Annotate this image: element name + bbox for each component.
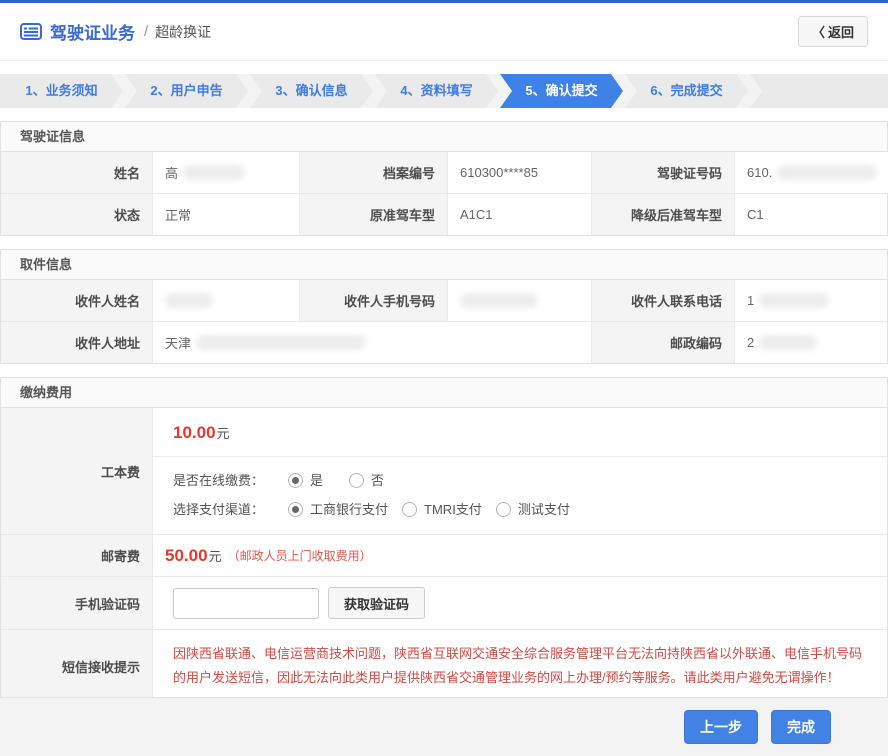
postcode-redaction <box>759 335 817 350</box>
production-fee-amount-line: 10.00元 <box>153 408 887 457</box>
sms-code-row: 手机验证码 获取验证码 <box>1 576 887 629</box>
status-label: 状态 <box>1 194 152 235</box>
page-header: 驾驶证业务 / 超龄换证 〈返回 <box>0 3 888 61</box>
recipient-phone-label: 收件人联系电话 <box>591 280 734 321</box>
license-row-2: 状态 正常 原准驾车型 A1C1 降级后准驾车型 C1 <box>1 193 887 235</box>
sms-code-label: 手机验证码 <box>1 577 152 629</box>
pickup-info-section: 取件信息 收件人姓名 收件人手机号码 收件人联系电话 1 收件人地址 天津 邮政… <box>0 249 888 364</box>
channel-test-label[interactable]: 测试支付 <box>518 495 570 524</box>
previous-step-button[interactable]: 上一步 <box>684 710 758 744</box>
recipient-phone-value: 1 <box>734 280 887 321</box>
page-subtitle: 超龄换证 <box>155 22 211 42</box>
license-number-redaction <box>777 165 877 180</box>
recipient-mobile-label: 收件人手机号码 <box>299 280 447 321</box>
recipient-phone-redaction <box>759 293 829 308</box>
postage-fee-row: 邮寄费 50.00元 （邮政人员上门收取费用） <box>1 534 887 576</box>
sms-tip-text: 因陕西省联通、电信运营商技术问题，陕西省互联网交通安全综合服务管理平台无法向持陕… <box>152 630 887 702</box>
file-number-label: 档案编号 <box>299 152 447 193</box>
postage-fee-amount: 50.00 <box>165 546 208 566</box>
production-fee-row: 工本费 10.00元 是否在线缴费： 是 否 选择支付渠道： 工商银行支付 TM… <box>1 408 887 534</box>
payment-options: 是否在线缴费： 是 否 选择支付渠道： 工商银行支付 TMRI支付 测试支付 <box>153 457 887 534</box>
fees-section: 缴纳费用 工本费 10.00元 是否在线缴费： 是 否 选择支付渠道： 工商银行… <box>0 377 888 703</box>
pickup-row-1: 收件人姓名 收件人手机号码 收件人联系电话 1 <box>1 280 887 321</box>
pay-channel-question-label: 选择支付渠道： <box>173 495 264 524</box>
footer-action-bar: 上一步 完成 <box>0 697 888 756</box>
finish-button[interactable]: 完成 <box>771 710 831 744</box>
production-fee-label: 工本费 <box>1 408 152 534</box>
recipient-mobile-redaction <box>460 293 538 308</box>
online-pay-option-line: 是否在线缴费： 是 否 <box>173 466 867 495</box>
online-pay-yes-radio[interactable] <box>288 473 303 488</box>
sms-tip-label: 短信接收提示 <box>1 630 152 702</box>
channel-tmri-radio[interactable] <box>402 502 417 517</box>
license-info-section: 驾驶证信息 姓名 高 档案编号 610300****85 驾驶证号码 610. … <box>0 121 888 236</box>
recipient-name-redaction <box>165 293 213 308</box>
postage-fee-unit: 元 <box>209 546 222 565</box>
downgraded-class-value: C1 <box>734 194 887 235</box>
online-pay-yes-label[interactable]: 是 <box>310 466 323 495</box>
production-fee-amount: 10.00 <box>173 423 216 442</box>
recipient-mobile-value <box>447 280 591 321</box>
wizard-filler <box>750 74 888 108</box>
sms-tip-row: 短信接收提示 因陕西省联通、电信运营商技术问题，陕西省互联网交通安全综合服务管理… <box>1 629 887 702</box>
step-wizard: 1、业务须知 2、用户申告 3、确认信息 4、资料填写 5、确认提交 6、完成提… <box>0 74 888 108</box>
sms-code-input[interactable] <box>173 588 319 619</box>
original-class-label: 原准驾车型 <box>299 194 447 235</box>
channel-icbc-radio[interactable] <box>288 502 303 517</box>
license-number-value: 610. <box>734 152 888 193</box>
recipient-name-value <box>152 280 299 321</box>
license-row-1: 姓名 高 档案编号 610300****85 驾驶证号码 610. <box>1 152 887 193</box>
postage-fee-label: 邮寄费 <box>1 535 152 576</box>
recipient-address-value: 天津 <box>152 322 591 363</box>
production-fee-content: 10.00元 是否在线缴费： 是 否 选择支付渠道： 工商银行支付 TMRI支付… <box>152 408 887 534</box>
online-pay-no-label[interactable]: 否 <box>371 466 384 495</box>
postage-fee-value: 50.00元 （邮政人员上门收取费用） <box>152 535 887 576</box>
name-redaction <box>183 165 245 180</box>
production-fee-unit: 元 <box>217 426 230 441</box>
step-4-fill-material[interactable]: 4、资料填写 <box>375 74 498 108</box>
license-business-icon <box>20 23 42 40</box>
step-6-finish-submit[interactable]: 6、完成提交 <box>625 74 748 108</box>
name-label: 姓名 <box>1 152 152 193</box>
back-button-label: 返回 <box>828 25 854 40</box>
recipient-address-redaction <box>196 335 366 350</box>
channel-tmri-label[interactable]: TMRI支付 <box>424 495 482 524</box>
sms-code-input-area: 获取验证码 <box>152 577 887 629</box>
license-number-label: 驾驶证号码 <box>591 152 734 193</box>
name-value: 高 <box>152 152 299 193</box>
channel-test-radio[interactable] <box>496 502 511 517</box>
step-5-confirm-submit[interactable]: 5、确认提交 <box>500 74 623 108</box>
online-pay-no-radio[interactable] <box>349 473 364 488</box>
downgraded-class-label: 降级后准驾车型 <box>591 194 734 235</box>
get-sms-code-button[interactable]: 获取验证码 <box>328 587 425 619</box>
back-chevron-icon: 〈 <box>812 25 825 40</box>
fees-section-title: 缴纳费用 <box>1 378 887 408</box>
pay-channel-option-line: 选择支付渠道： 工商银行支付 TMRI支付 测试支付 <box>173 495 867 524</box>
step-1-business-notice[interactable]: 1、业务须知 <box>0 74 123 108</box>
status-value: 正常 <box>152 194 299 235</box>
original-class-value: A1C1 <box>447 194 591 235</box>
step-2-user-declaration[interactable]: 2、用户申告 <box>125 74 248 108</box>
postcode-value: 2 <box>734 322 887 363</box>
postage-fee-note: （邮政人员上门收取费用） <box>228 547 372 564</box>
back-button[interactable]: 〈返回 <box>798 16 868 47</box>
pickup-section-title: 取件信息 <box>1 250 887 280</box>
recipient-address-label: 收件人地址 <box>1 322 152 363</box>
postcode-label: 邮政编码 <box>591 322 734 363</box>
channel-icbc-label[interactable]: 工商银行支付 <box>310 495 388 524</box>
page-title: 驾驶证业务 <box>50 19 135 44</box>
breadcrumb-separator: / <box>144 23 148 40</box>
recipient-name-label: 收件人姓名 <box>1 280 152 321</box>
license-section-title: 驾驶证信息 <box>1 122 887 152</box>
file-number-value: 610300****85 <box>447 152 591 193</box>
online-pay-question-label: 是否在线缴费： <box>173 466 264 495</box>
pickup-row-2: 收件人地址 天津 邮政编码 2 <box>1 321 887 363</box>
step-3-confirm-info[interactable]: 3、确认信息 <box>250 74 373 108</box>
